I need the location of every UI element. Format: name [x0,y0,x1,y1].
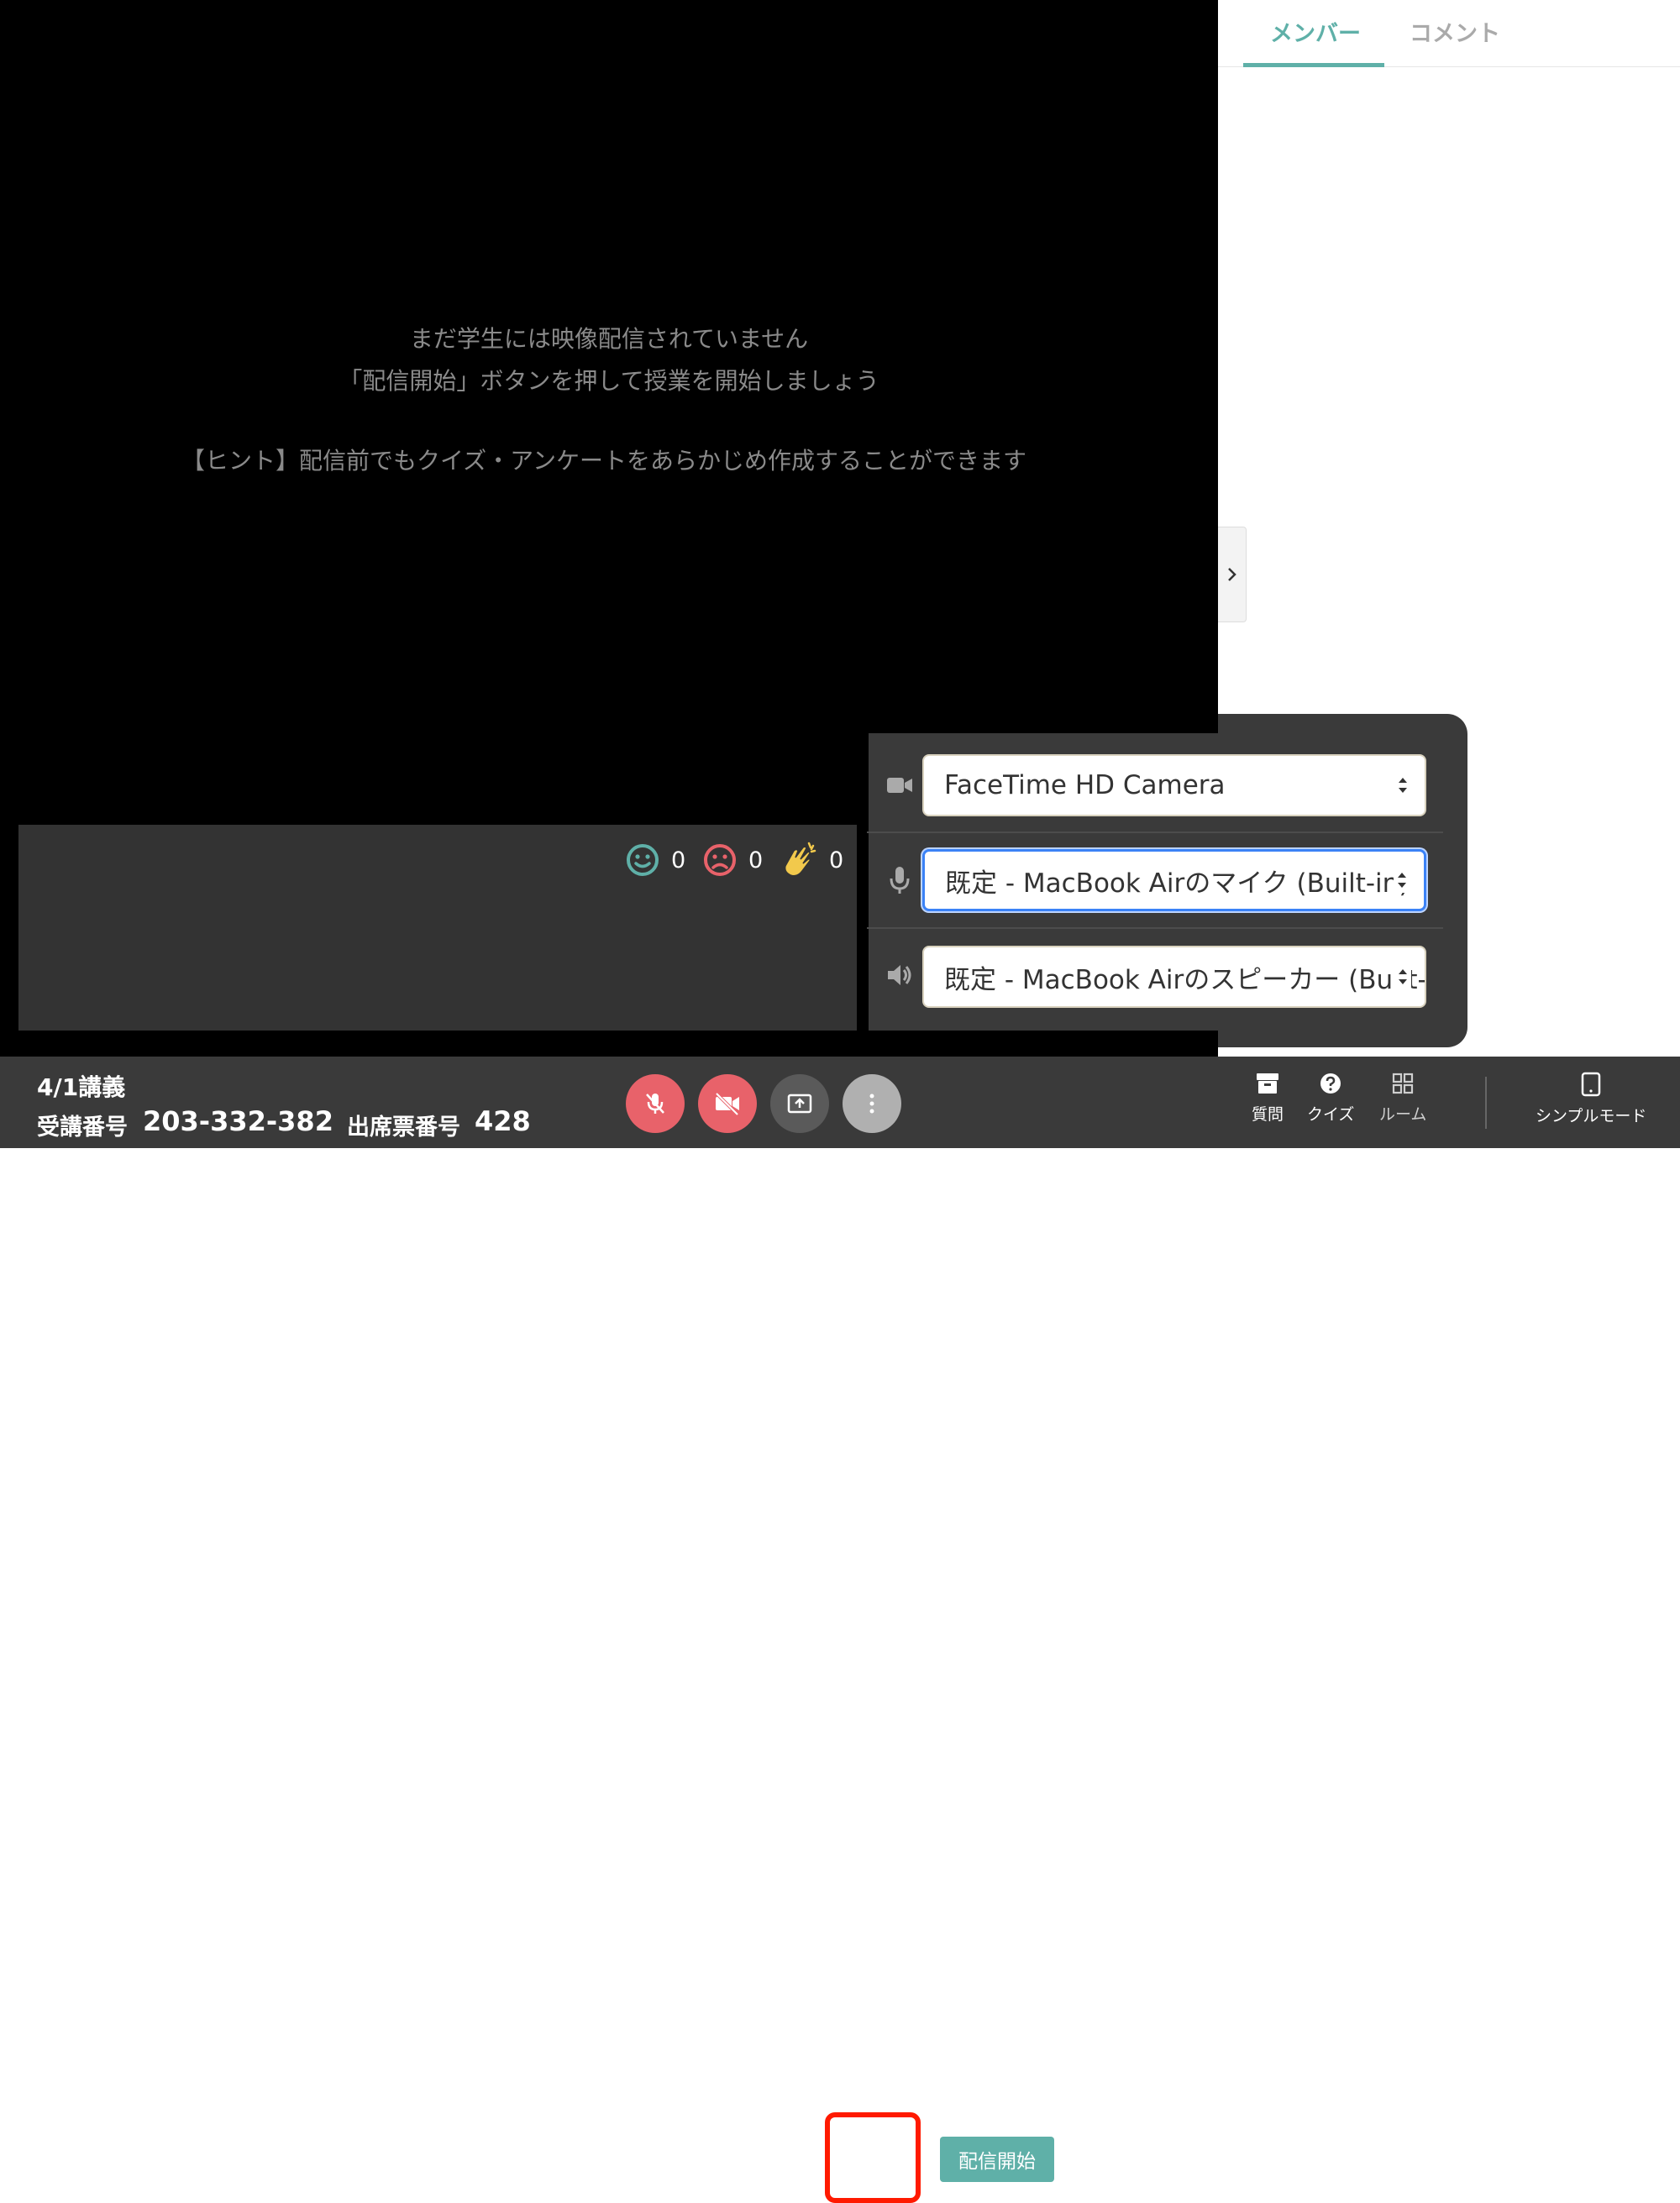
camera-off-button[interactable] [698,1074,757,1133]
class-code-label: 受講番号 [37,1115,128,1141]
class-code-value: 203-332-382 [143,1105,333,1137]
more-vertical-icon [869,1094,874,1114]
select-arrows-icon [1394,868,1410,893]
reaction-smile: 0 [626,842,685,879]
screen-share-button[interactable] [770,1074,829,1133]
attendance-value: 428 [475,1105,531,1137]
attendance-label: 出席票番号 [347,1115,460,1141]
select-arrows-icon [1394,773,1411,798]
microphone-select-value: 既定 - MacBook Airのマイク (Built-in) [945,868,1410,899]
bottom-toolbar: 4/1講義 受講番号 203-332-382 出席票番号 428 配信開始 質問… [0,1057,1680,2203]
simple-mode-button[interactable]: シンプルモード [1536,1072,1646,1126]
mute-mic-button[interactable] [626,1074,685,1133]
simple-mode-label: シンプルモード [1536,1107,1647,1125]
inbox-icon [1257,1073,1278,1094]
reaction-smile-count: 0 [671,847,686,873]
tab-members[interactable]: メンバー [1270,15,1361,48]
questions-button[interactable]: 質問 [1252,1072,1284,1125]
tablet-icon [1581,1072,1601,1097]
grid-icon [1393,1073,1414,1094]
sidebar-tabs: メンバー コメント [1218,0,1680,67]
speaker-select-value: 既定 - MacBook Airのスピーカー (Built-in) [944,964,1426,995]
camera-select-value: FaceTime HD Camera [944,770,1226,800]
stream-status-message: まだ学生には映像配信されていません [409,325,809,353]
hint-message: 【ヒント】配信前でもクイズ・アンケートをあらかじめ作成することができます [181,447,1027,475]
toolbar-divider [1485,1077,1487,1129]
divider [867,927,1443,929]
questions-label: 質問 [1252,1105,1284,1124]
mic-off-icon [646,1094,664,1114]
reaction-clap: 0 [780,842,843,879]
active-tab-indicator [1243,63,1384,67]
room-button[interactable]: ルーム [1379,1072,1426,1125]
smile-icon [627,844,659,876]
quiz-button[interactable]: クイズ [1307,1072,1354,1125]
speaker-icon [888,965,911,985]
select-arrows-icon [1394,964,1411,989]
lecture-title: 4/1講義 [37,1073,126,1101]
reaction-frown-count: 0 [748,847,764,873]
stream-instruction-message: 「配信開始」ボタンを押して授業を開始しましょう [339,367,879,395]
screen-share-icon [787,1094,812,1114]
video-off-icon [715,1092,739,1115]
clap-hands-icon [784,842,816,877]
reaction-frown: 0 [703,842,763,879]
reaction-clap-count: 0 [829,847,844,873]
start-broadcast-button[interactable]: 配信開始 [940,2137,1054,2182]
microphone-icon [890,867,910,894]
camera-select[interactable]: FaceTime HD Camera [922,754,1426,816]
microphone-select[interactable]: 既定 - MacBook Airのマイク (Built-in) [922,849,1426,911]
tab-comments[interactable]: コメント [1410,15,1500,48]
highlight-box [825,2112,921,2203]
more-options-button[interactable] [843,1074,901,1133]
divider [867,831,1443,833]
question-circle-icon [1320,1073,1341,1094]
room-label: ルーム [1379,1105,1427,1124]
sidebar-toggle-button[interactable] [1218,527,1247,622]
video-camera-icon [887,778,912,793]
speaker-select[interactable]: 既定 - MacBook Airのスピーカー (Built-in) [922,946,1426,1008]
quiz-label: クイズ [1307,1105,1355,1124]
chevron-right-icon [1227,568,1236,581]
frown-icon [704,844,736,876]
